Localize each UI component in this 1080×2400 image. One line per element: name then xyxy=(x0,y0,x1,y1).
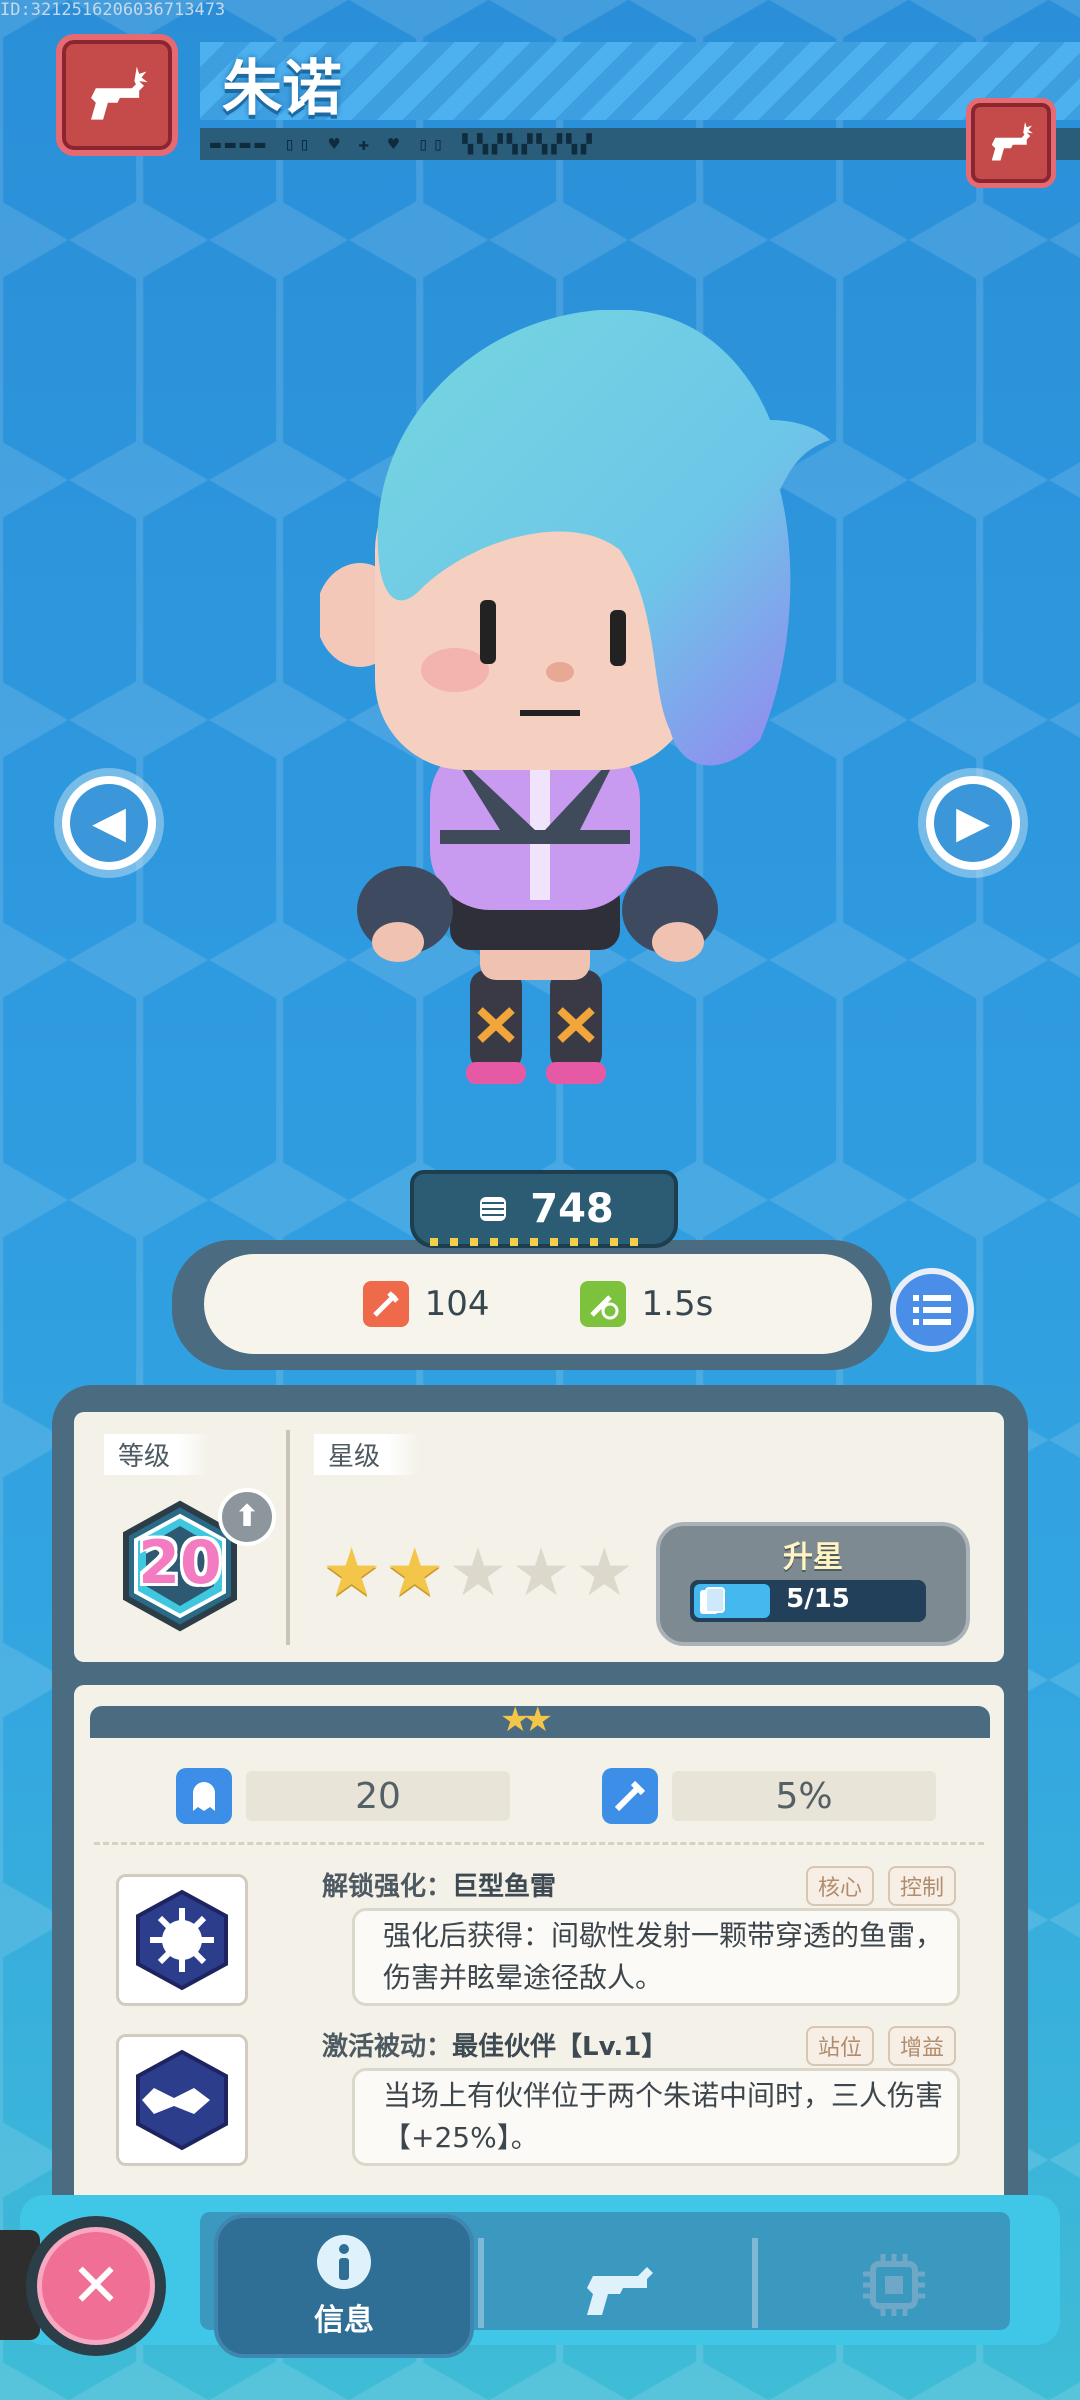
dashed-divider xyxy=(94,1842,984,1845)
revolver-icon xyxy=(991,122,1033,161)
chip-icon xyxy=(863,2254,925,2316)
arrow-left-icon: ◀ xyxy=(92,797,126,848)
tab-separator xyxy=(752,2238,758,2328)
star-upgrade-button[interactable]: 升星 5/15 xyxy=(656,1522,970,1646)
star-fragment-progress: 5/15 xyxy=(690,1580,926,1622)
skill-1-title: 解锁强化：巨型鱼雷 xyxy=(322,1866,556,1903)
star-empty-icon: ★ xyxy=(448,1534,508,1611)
tab-weapon[interactable] xyxy=(560,2230,680,2340)
header-codes: ▬▬▬▬ ▯▯ ♥ ✚ ♥ ▯▯ ▚▚▞▚▞▚▞▚▞ xyxy=(210,134,596,155)
skill-1-tag: 控制 xyxy=(888,1866,957,1906)
hero-model xyxy=(320,310,830,1084)
revolver-icon xyxy=(587,2267,653,2315)
handshake-icon xyxy=(136,2049,228,2151)
level-up-button[interactable]: ⬆ xyxy=(218,1488,276,1546)
star-label: 星级 xyxy=(314,1434,421,1475)
cooldown-stat: 1.5s xyxy=(579,1281,714,1327)
next-hero-button[interactable]: ▶ xyxy=(926,776,1020,870)
arrow-right-icon: ▶ xyxy=(956,797,990,848)
attack-stat: 104 xyxy=(362,1281,490,1327)
list-icon xyxy=(913,1295,951,1325)
explosion-icon xyxy=(136,1889,228,1991)
arrow-up-icon: ⬆ xyxy=(234,1499,260,1534)
hero-name: 朱诺 xyxy=(222,54,342,124)
details-list-button[interactable] xyxy=(890,1268,974,1352)
header-code-bar: ▬▬▬▬ ▯▯ ♥ ✚ ♥ ▯▯ ▚▚▞▚▞▚▞▚▞ xyxy=(200,128,1080,160)
sword-up-icon xyxy=(602,1768,658,1824)
tab-info-label: 信息 xyxy=(314,2303,374,2338)
revolver-icon xyxy=(90,66,148,120)
skill-2-description: 当场上有伙伴位于两个朱诺中间时，三人伤害【+25%】。 xyxy=(352,2068,960,2166)
fist-icon xyxy=(480,1197,507,1221)
stats-pill: 104 1.5s xyxy=(204,1254,872,1354)
skill-icon[interactable] xyxy=(116,1874,248,2006)
star-filled-icon: ★ xyxy=(385,1534,445,1611)
power-badge: 748 xyxy=(410,1170,678,1248)
star-progress-text: 5/15 xyxy=(786,1584,850,1614)
debug-id: ID:3212516206036713473 xyxy=(0,0,226,20)
power-value: 748 xyxy=(530,1186,614,1232)
skill-2-tag: 增益 xyxy=(888,2026,957,2066)
tab-gear[interactable] xyxy=(834,2230,954,2340)
star-empty-icon: ★ xyxy=(574,1534,634,1611)
ghost-up-icon xyxy=(176,1768,232,1824)
level-label: 等级 xyxy=(104,1434,211,1475)
attribute-hp: 20 xyxy=(176,1766,510,1826)
power-indicator-dots xyxy=(430,1238,650,1246)
info-icon xyxy=(317,2235,371,2289)
prev-hero-button[interactable]: ◀ xyxy=(62,776,156,870)
cooldown-value: 1.5s xyxy=(641,1284,714,1324)
skill-1-tag: 核心 xyxy=(806,1866,875,1906)
tab-info[interactable]: 信息 xyxy=(214,2214,474,2358)
section-divider xyxy=(286,1430,290,1645)
tab-separator xyxy=(478,2238,484,2328)
skill-2-tag: 站位 xyxy=(806,2026,875,2066)
star-empty-icon: ★ xyxy=(511,1534,571,1611)
attribute-hp-value: 20 xyxy=(246,1771,510,1821)
mini-stars-icon: ★★ xyxy=(500,1700,553,1740)
skill-1-name: 巨型鱼雷 xyxy=(452,1872,557,1902)
close-button[interactable]: ✕ xyxy=(26,2216,166,2356)
level-value: 20 xyxy=(138,1528,222,1598)
star-filled-icon: ★ xyxy=(322,1534,382,1611)
attribute-damage: 5% xyxy=(602,1766,936,1826)
skill-icon[interactable] xyxy=(116,2034,248,2166)
sword-icon xyxy=(362,1281,409,1327)
attack-value: 104 xyxy=(424,1284,490,1324)
skill-2-name: 最佳伙伴【Lv.1】 xyxy=(452,2032,668,2062)
hero-class-button[interactable] xyxy=(966,98,1056,188)
skill-2-prefix: 激活被动： xyxy=(322,2032,453,2062)
attribute-damage-value: 5% xyxy=(672,1771,936,1821)
sword-clock-icon xyxy=(579,1281,626,1327)
close-icon: ✕ xyxy=(70,2251,122,2321)
skill-1-description: 强化后获得：间歇性发射一颗带穿透的鱼雷，伤害并眩晕途径敌人。 xyxy=(352,1908,960,2006)
star-rating: ★ ★ ★ ★ ★ xyxy=(322,1540,634,1606)
star-upgrade-label: 升星 xyxy=(783,1540,843,1575)
skill-1-prefix: 解锁强化： xyxy=(322,1872,453,1902)
skill-2-title: 激活被动：最佳伙伴【Lv.1】 xyxy=(322,2026,667,2063)
hero-class-badge xyxy=(56,34,178,156)
